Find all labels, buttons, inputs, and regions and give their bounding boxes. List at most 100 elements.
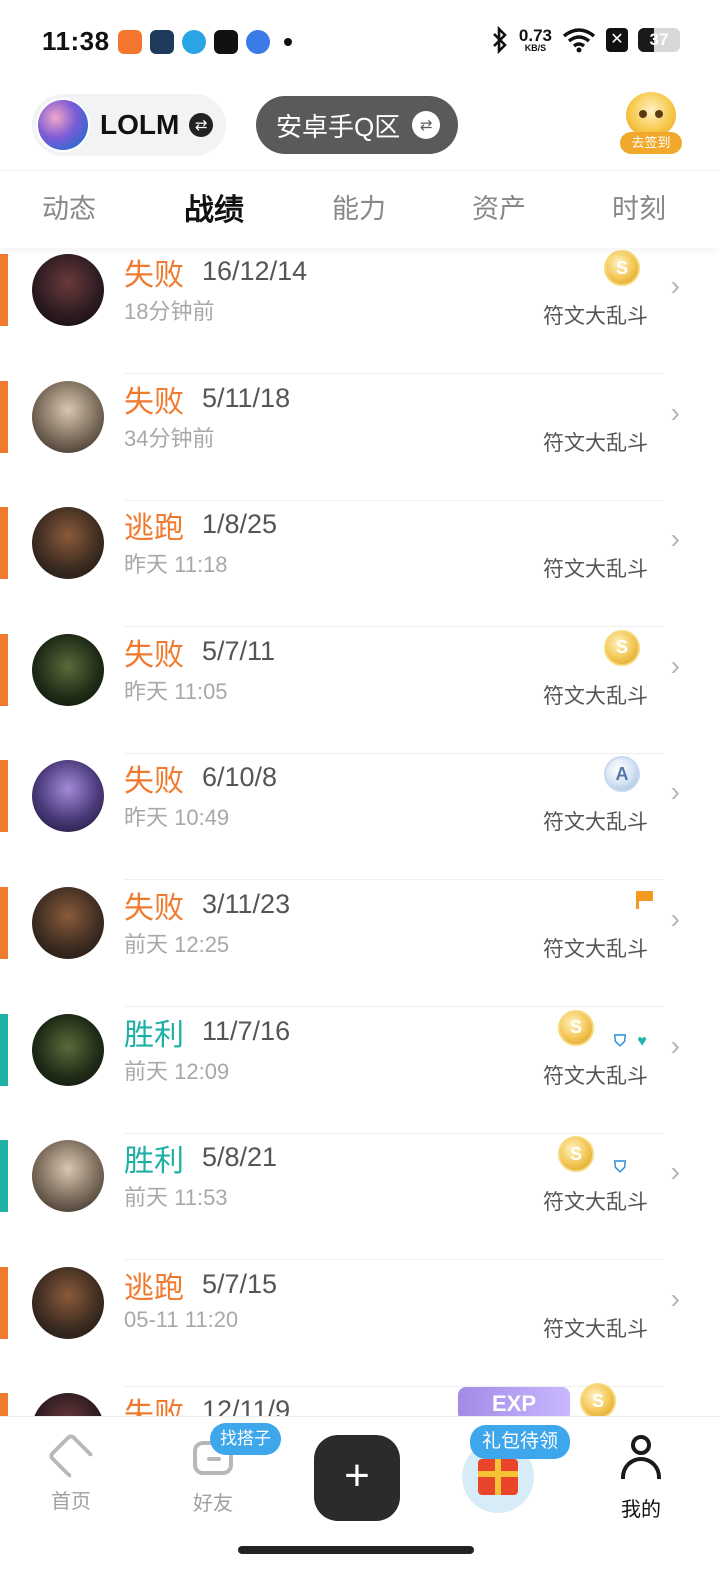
nav-home[interactable]: 首页 (26, 1431, 116, 1514)
bottom-nav: 首页 好友 找搭子 + 礼包待领 我的 (0, 1416, 720, 1584)
match-result: 胜利 (124, 1018, 184, 1052)
result-indicator-bar (0, 1140, 8, 1213)
chevron-right-icon: › (670, 649, 680, 681)
match-time: 昨天 10:49 (124, 805, 230, 831)
team-icon: ⛉ (613, 1159, 626, 1177)
tab-assets[interactable]: 资产 (472, 187, 526, 226)
tab-moments[interactable]: 时刻 (612, 187, 666, 226)
result-indicator-bar (0, 760, 8, 833)
profile-icon (618, 1435, 664, 1481)
champion-avatar (32, 633, 104, 706)
match-kda: 5/11/18 (202, 382, 291, 413)
game-name: LOLM (100, 109, 180, 140)
match-time: 昨天 11:05 (124, 678, 228, 704)
app-notification-icon (150, 30, 174, 54)
match-row[interactable]: 失败 12/11/9 S EXP (0, 1383, 720, 1416)
status-bar: 11:38 0.73 KB/S ✕ 37 (0, 0, 720, 86)
match-kda: 12/11/9 (202, 1395, 291, 1416)
bluetooth-icon (492, 26, 507, 54)
match-mode: 符文大乱斗 (543, 1191, 648, 1215)
match-row[interactable]: 胜利 11/7/16 前天 12:09 符文大乱斗 › S ⛉ ♥ (0, 1008, 720, 1134)
signin-button[interactable]: 去签到 (620, 92, 682, 154)
match-row[interactable]: 逃跑 1/8/25 昨天 11:18 符文大乱斗 › (0, 501, 720, 628)
match-mode: 符文大乱斗 (543, 1064, 648, 1088)
match-kda: 16/12/14 (202, 256, 308, 286)
status-right: 0.73 KB/S ✕ 37 (491, 26, 680, 54)
home-indicator[interactable] (238, 1546, 474, 1554)
match-row[interactable]: 失败 6/10/8 昨天 10:49 符文大乱斗 › A (0, 754, 720, 881)
match-result: 胜利 (124, 1145, 184, 1179)
champion-avatar (32, 760, 104, 833)
match-mode: 符文大乱斗 (543, 938, 648, 961)
match-time: 18分钟前 (124, 299, 215, 324)
battery-icon: 37 (638, 28, 680, 52)
gift-badge: 礼包待领 (470, 1425, 571, 1459)
match-mode: 符文大乱斗 (543, 811, 648, 835)
mascot-eye (655, 110, 663, 118)
app-notification-icon (246, 30, 270, 54)
performance-medal-icon: A (604, 756, 640, 793)
match-result: 失败 (124, 259, 184, 292)
home-icon (46, 1431, 96, 1481)
result-indicator-bar (0, 254, 8, 326)
champion-avatar (32, 507, 104, 580)
chevron-right-icon: › (670, 396, 680, 428)
mvp-badge: EXP (458, 1387, 570, 1416)
match-row[interactable]: 胜利 5/8/21 前天 11:53 符文大乱斗 › S ⛉ (0, 1134, 720, 1261)
performance-medal-icon: S (604, 250, 640, 286)
game-switcher[interactable]: LOLM ⇄ (32, 94, 226, 156)
tab-bar: 动态 战绩 能力 资产 时刻 (0, 170, 720, 248)
match-row[interactable]: 逃跑 5/7/15 05-11 11:20 符文大乱斗 › (0, 1261, 720, 1387)
match-time: 前天 12:25 (124, 932, 230, 957)
match-time: 05-11 11:20 (124, 1306, 239, 1332)
signin-label: 去签到 (620, 132, 682, 154)
performance-medal-icon: S (580, 1383, 616, 1416)
app-root: 11:38 0.73 KB/S ✕ 37 LOLM ⇄ 安卓手Q区 ⇄ 去签到 … (0, 0, 720, 1584)
tiktok-icon (214, 30, 238, 54)
match-row[interactable]: 失败 3/11/23 前天 12:25 符文大乱斗 › (0, 881, 720, 1007)
nav-me[interactable]: 我的 (596, 1431, 686, 1522)
match-row[interactable]: 失败 5/7/11 昨天 11:05 符文大乱斗 › S (0, 628, 720, 754)
swap-icon: ⇄ (189, 113, 214, 137)
gift-icon (478, 1459, 518, 1495)
match-mode: 符文大乱斗 (543, 684, 648, 708)
header: LOLM ⇄ 安卓手Q区 ⇄ 去签到 (0, 86, 720, 170)
chevron-right-icon: › (670, 270, 680, 301)
nav-friends[interactable]: 好友 找搭子 (168, 1423, 281, 1516)
tab-records[interactable]: 战绩 (184, 185, 244, 229)
match-row[interactable]: 失败 16/12/14 18分钟前 符文大乱斗 › S (0, 248, 720, 374)
chevron-right-icon: › (670, 523, 680, 555)
match-mode: 符文大乱斗 (543, 1317, 648, 1341)
battery-level: 37 (649, 30, 669, 49)
champion-avatar (32, 254, 104, 326)
notification-icons (118, 30, 292, 54)
champion-avatar (32, 1140, 104, 1213)
like-icon: ♥ (637, 1032, 647, 1050)
nav-friends-label: 好友 (193, 1493, 233, 1515)
tab-feed[interactable]: 动态 (42, 187, 96, 226)
mascot-eye (639, 110, 647, 118)
flag-icon (636, 891, 654, 909)
match-list[interactable]: 失败 16/12/14 18分钟前 符文大乱斗 › S 失败 5/11/18 34分钟前 符文大乱… (0, 248, 720, 1416)
match-result: 失败 (124, 385, 184, 419)
server-switcher[interactable]: 安卓手Q区 ⇄ (256, 96, 458, 154)
result-indicator-bar (0, 887, 8, 959)
match-row[interactable]: 失败 5/11/18 34分钟前 符文大乱斗 › (0, 375, 720, 501)
tab-ability[interactable]: 能力 (332, 187, 386, 226)
create-button[interactable]: + (314, 1435, 400, 1521)
champion-avatar (32, 1013, 104, 1086)
wifi-icon (562, 28, 596, 53)
game-avatar (36, 98, 90, 152)
match-kda: 3/11/23 (202, 889, 291, 919)
sim-no-signal-icon: ✕ (606, 28, 628, 52)
chevron-right-icon: › (670, 1156, 680, 1188)
app-notification-icon (118, 30, 142, 54)
match-time: 昨天 11:18 (124, 552, 228, 578)
result-indicator-bar (0, 1266, 8, 1339)
chevron-right-icon: › (670, 1029, 680, 1061)
team-icon: ⛉ (613, 1032, 626, 1050)
champion-avatar (32, 887, 104, 959)
match-kda: 6/10/8 (202, 762, 278, 793)
match-time: 前天 11:53 (124, 1185, 228, 1211)
match-result: 失败 (124, 892, 184, 925)
